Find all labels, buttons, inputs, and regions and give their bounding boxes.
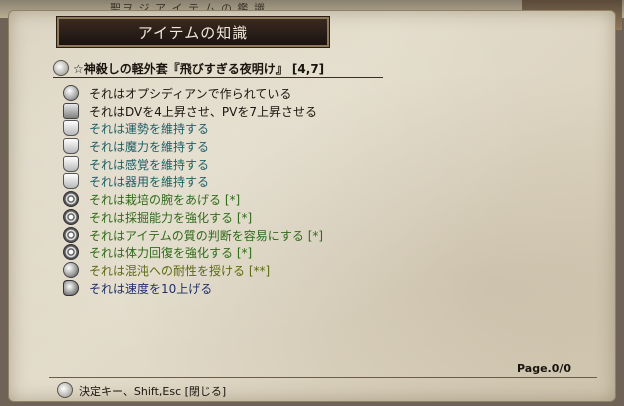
property-row: それはオプシディアンで作られている bbox=[63, 84, 483, 102]
property-row: それは速度を10上げる bbox=[63, 279, 483, 297]
key-hint-text: 決定キー、Shift,Esc [閉じる] bbox=[79, 385, 227, 398]
property-text: それは器用を維持する bbox=[89, 175, 210, 190]
property-text: それは混沌への耐性を授ける [**] bbox=[89, 263, 271, 278]
property-text: それは魔力を維持する bbox=[89, 140, 210, 155]
divider bbox=[49, 377, 597, 378]
window-title: アイテムの知識 bbox=[137, 24, 249, 42]
cloak-icon bbox=[63, 120, 79, 137]
property-row: それは混沌への耐性を授ける [**] bbox=[63, 261, 483, 279]
armor-icon bbox=[63, 102, 79, 119]
sphere-icon bbox=[63, 261, 79, 278]
property-row: それは採掘能力を強化する [*] bbox=[63, 208, 483, 226]
property-text: それはアイテムの質の判断を容易にする [*] bbox=[89, 228, 324, 243]
page-indicator: Page.0/0 bbox=[517, 362, 572, 375]
boot-icon bbox=[63, 279, 79, 296]
property-text: それは体力回復を強化する [*] bbox=[89, 246, 253, 261]
cloak-icon bbox=[63, 173, 79, 190]
swirl-icon bbox=[63, 244, 79, 261]
property-row: それはDVを4上昇させ、PVを7上昇させる bbox=[63, 102, 483, 120]
property-text: それはオプシディアンで作られている bbox=[89, 87, 292, 101]
property-text: それは速度を10上げる bbox=[89, 281, 213, 296]
property-text: それは栽培の腕をあげる [*] bbox=[89, 193, 241, 208]
property-list: それはオプシディアンで作られているそれはDVを4上昇させ、PVを7上昇させる それ… bbox=[63, 84, 483, 296]
item-header: ☆神殺しの軽外套『飛びすぎる夜明け』 [4,7] bbox=[53, 59, 383, 78]
window-title-bar: アイテムの知識 bbox=[57, 17, 329, 47]
property-row: それは器用を維持する bbox=[63, 172, 483, 190]
item-name: ☆神殺しの軽外套『飛びすぎる夜明け』 [4,7] bbox=[73, 62, 325, 76]
property-row: それは栽培の腕をあげる [*] bbox=[63, 190, 483, 208]
property-text: それは感覚を維持する bbox=[89, 157, 210, 172]
swirl-icon bbox=[63, 191, 79, 208]
swirl-icon bbox=[63, 208, 79, 225]
hint-bullet-icon bbox=[57, 382, 73, 398]
property-row: それは感覚を維持する bbox=[63, 155, 483, 173]
property-row: それは運勢を維持する bbox=[63, 119, 483, 137]
cloak-icon bbox=[63, 138, 79, 155]
property-text: それは採掘能力を強化する [*] bbox=[89, 210, 253, 225]
property-text: それはDVを4上昇させ、PVを7上昇させる bbox=[89, 104, 317, 119]
diamond-icon bbox=[63, 85, 79, 101]
property-row: それはアイテムの質の判断を容易にする [*] bbox=[63, 226, 483, 244]
swirl-icon bbox=[63, 226, 79, 243]
item-knowledge-window: アイテムの知識 ☆神殺しの軽外套『飛びすぎる夜明け』 [4,7] それはオプシデ… bbox=[8, 10, 616, 402]
item-bullet-icon bbox=[53, 60, 69, 76]
property-row: それは体力回復を強化する [*] bbox=[63, 243, 483, 261]
property-text: それは運勢を維持する bbox=[89, 122, 210, 137]
cloak-icon bbox=[63, 155, 79, 172]
property-row: それは魔力を維持する bbox=[63, 137, 483, 155]
